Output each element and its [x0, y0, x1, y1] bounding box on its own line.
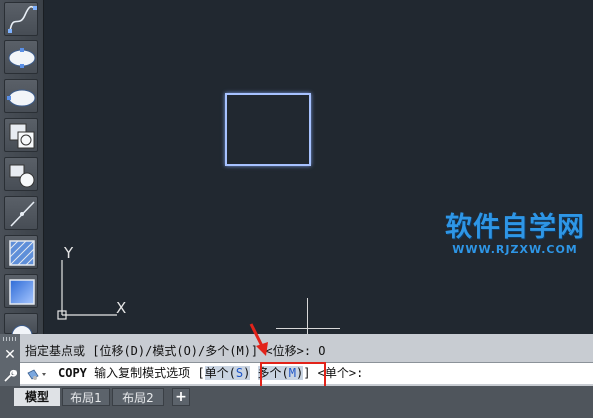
line-icon [10, 201, 35, 227]
tab-layout2[interactable]: 布局2 [112, 388, 164, 406]
gradient-tool-button[interactable] [4, 274, 38, 308]
drawn-rectangle[interactable] [225, 93, 311, 166]
draw-tool-palette [0, 0, 44, 346]
watermark-url: WWW.RJZXW.COM [452, 243, 578, 256]
ellipse-arc-tool-button[interactable] [4, 79, 38, 113]
insert-block-tool-button[interactable] [4, 118, 38, 152]
insert-block-icon [9, 123, 35, 149]
close-icon[interactable]: ✕ [3, 348, 17, 362]
layout-tab-bar: 模型 布局1 布局2 + [0, 386, 593, 418]
ellipse-arc-icon [7, 89, 36, 107]
command-name: COPY [58, 366, 87, 380]
option-single-key: S [235, 366, 244, 380]
grip-dots [3, 337, 17, 341]
tab-model[interactable]: 模型 [14, 388, 60, 406]
ucs-icon: Y X [57, 244, 126, 320]
region-tool-button[interactable] [4, 313, 38, 346]
add-layout-button[interactable]: + [172, 388, 190, 406]
crosshair-horizontal [276, 328, 340, 329]
ucs-x-label: X [116, 299, 126, 317]
command-prompt-icon[interactable] [26, 367, 48, 381]
command-history-line: 指定基点或 [位移(D)/模式(O)/多个(M)] <位移>: O [25, 344, 326, 358]
make-block-tool-button[interactable] [4, 157, 38, 191]
watermark-title: 软件自学网 [445, 212, 585, 243]
spline-tool-button[interactable] [4, 2, 38, 36]
option-single[interactable]: 单个(S) [204, 366, 251, 380]
wrench-icon[interactable] [3, 369, 17, 383]
hatch-icon [9, 240, 35, 266]
line-tool-button[interactable] [4, 196, 38, 230]
pointer-arrow-icon [249, 323, 268, 356]
ellipse-tool-button[interactable] [4, 40, 38, 74]
hatch-tool-button[interactable] [4, 235, 38, 269]
make-block-icon [9, 164, 35, 188]
ellipse-icon [8, 48, 36, 68]
command-window-grip[interactable]: ✕ [0, 334, 20, 386]
spline-icon [8, 5, 37, 33]
gradient-icon [9, 279, 35, 305]
ucs-y-label: Y [63, 244, 74, 262]
tab-layout1[interactable]: 布局1 [62, 388, 110, 406]
command-prompt: 输入复制模式选项 [ [86, 366, 205, 380]
watermark: 软件自学网 WWW.RJZXW.COM [440, 213, 590, 257]
